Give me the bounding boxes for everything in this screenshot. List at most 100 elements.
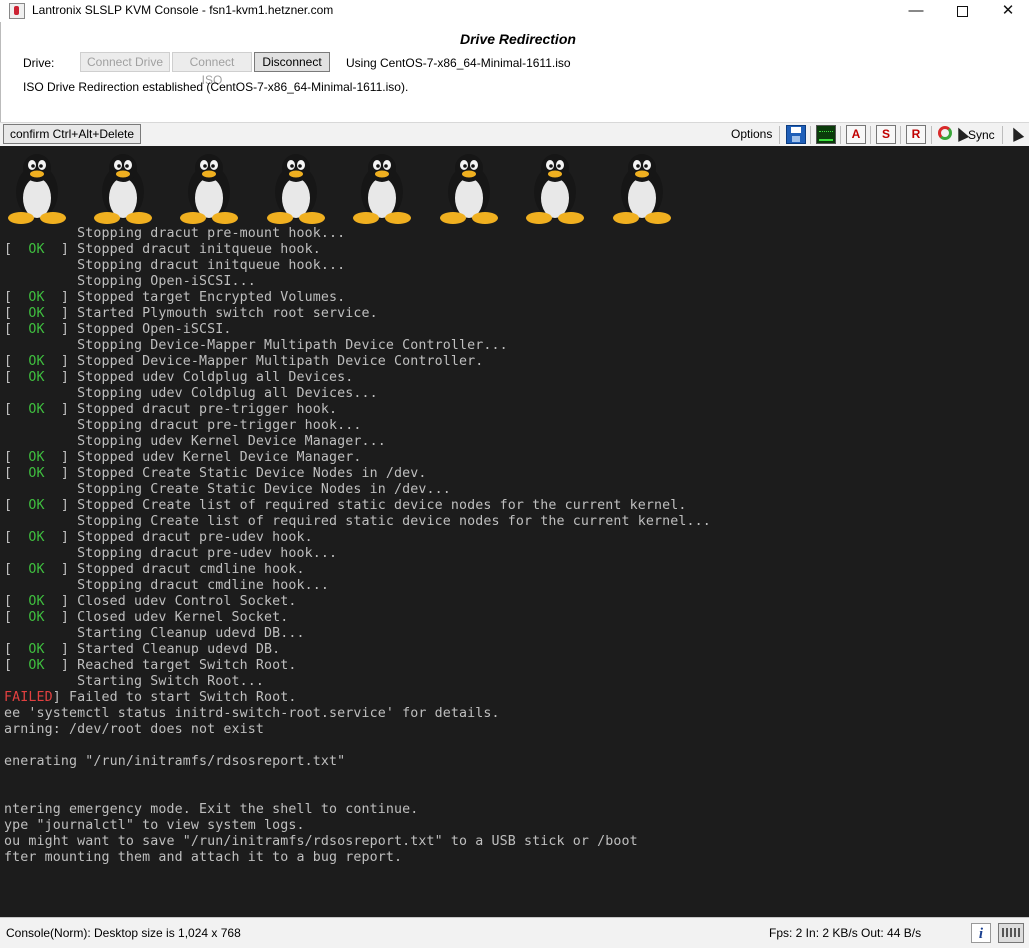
- console-line-text: arning: /dev/root does not exist: [4, 722, 265, 737]
- console-mode-status: Console(Norm): Desktop size is 1,024 x 7…: [6, 926, 241, 940]
- console-line-bracket: [: [4, 450, 29, 465]
- console-line-text: enerating "/run/initramfs/rdsosreport.tx…: [4, 754, 346, 769]
- console-line-bracket: [: [4, 370, 29, 385]
- console-line-text: Stopping Create Static Device Nodes in /…: [4, 482, 451, 497]
- info-icon[interactable]: i: [971, 923, 991, 943]
- ctrl-alt-delete-button[interactable]: confirm Ctrl+Alt+Delete: [3, 124, 141, 144]
- mouse-mode-icon[interactable]: [1007, 125, 1025, 142]
- console-line-bracket: [: [4, 322, 29, 337]
- console-line: Stopping Device-Mapper Multipath Device …: [4, 338, 508, 354]
- disconnect-button[interactable]: Disconnect: [254, 52, 330, 72]
- console-line: Stopping dracut pre-mount hook...: [4, 226, 345, 242]
- performance-icon[interactable]: [816, 125, 836, 144]
- console-line: ee 'systemctl status initrd-switch-root.…: [4, 706, 500, 722]
- tux-logo: [8, 154, 66, 224]
- console-line-text: ] Stopped Create Static Device Nodes in …: [44, 466, 427, 481]
- console-line: Stopping Create list of required static …: [4, 514, 711, 530]
- cursor-icon: [952, 125, 970, 142]
- console-line-bracket: [: [4, 610, 29, 625]
- console-line-text: Stopping dracut initqueue hook...: [4, 258, 346, 273]
- ok-status: OK: [28, 322, 45, 337]
- options-menu[interactable]: Options: [731, 127, 772, 141]
- console-line-bracket: [: [4, 306, 29, 321]
- macro-a-icon[interactable]: A: [846, 125, 866, 144]
- toolbar-separator: [931, 126, 932, 144]
- console-line-text: ntering emergency mode. Exit the shell t…: [4, 802, 419, 817]
- console-line: [ OK ] Stopped Open-iSCSI.: [4, 322, 232, 338]
- ok-status: OK: [28, 642, 45, 657]
- console-line-text: ou might want to save "/run/initramfs/rd…: [4, 834, 638, 849]
- console-line: Stopping Create Static Device Nodes in /…: [4, 482, 451, 498]
- console-line-text: ] Started Plymouth switch root service.: [44, 306, 378, 321]
- console-line: Stopping dracut pre-trigger hook...: [4, 418, 362, 434]
- console-line-text: ] Stopped udev Coldplug all Devices.: [44, 370, 354, 385]
- maximize-button[interactable]: [939, 0, 985, 22]
- ok-status: OK: [28, 562, 45, 577]
- console-line-text: ] Reached target Switch Root.: [44, 658, 297, 673]
- ok-status: OK: [28, 594, 45, 609]
- toolbar-separator: [900, 126, 901, 144]
- ok-status: OK: [28, 354, 45, 369]
- console-line-text: ] Stopped dracut initqueue hook.: [44, 242, 321, 257]
- toolbar-separator: [840, 126, 841, 144]
- console-line: [ OK ] Stopped target Encrypted Volumes.: [4, 290, 345, 306]
- connect-iso-button[interactable]: Connect ISO: [172, 52, 252, 87]
- console-line: FAILED] Failed to start Switch Root.: [4, 690, 297, 706]
- ok-status: OK: [28, 498, 45, 513]
- console-line-text: ] Closed udev Kernel Socket.: [44, 610, 289, 625]
- console-line: [ OK ] Stopped udev Coldplug all Devices…: [4, 370, 353, 386]
- console-line: Stopping udev Coldplug all Devices...: [4, 386, 378, 402]
- console-line: [ OK ] Stopped Device-Mapper Multipath D…: [4, 354, 483, 370]
- console-line: Stopping udev Kernel Device Manager...: [4, 434, 386, 450]
- console-line-text: Stopping udev Kernel Device Manager...: [4, 434, 386, 449]
- console-line-text: Stopping Device-Mapper Multipath Device …: [4, 338, 508, 353]
- toolbar-separator: [779, 126, 780, 144]
- console-line: [ OK ] Stopped dracut pre-trigger hook.: [4, 402, 337, 418]
- console-line-text: ] Stopped dracut pre-trigger hook.: [44, 402, 338, 417]
- ok-status: OK: [28, 466, 45, 481]
- ok-status: OK: [28, 402, 45, 417]
- console-line: Stopping dracut pre-udev hook...: [4, 546, 337, 562]
- console-line-bracket: [: [4, 530, 29, 545]
- console-line-text: Stopping dracut cmdline hook...: [4, 578, 330, 593]
- console-line: [ OK ] Stopped dracut initqueue hook.: [4, 242, 321, 258]
- save-icon[interactable]: [786, 125, 806, 144]
- tux-logo: [440, 154, 498, 224]
- redirection-status-text: ISO Drive Redirection established (CentO…: [23, 80, 409, 94]
- iso-in-use-text: Using CentOS-7-x86_64-Minimal-1611.iso: [346, 56, 571, 70]
- macro-s-icon[interactable]: S: [876, 125, 896, 144]
- console-line-text: ] Stopped Device-Mapper Multipath Device…: [44, 354, 484, 369]
- console-line-text: ] Closed udev Control Socket.: [44, 594, 297, 609]
- console-line: [ OK ] Started Cleanup udevd DB.: [4, 642, 280, 658]
- sync-button[interactable]: Sync: [968, 128, 995, 142]
- console-line: Stopping Open-iSCSI...: [4, 274, 256, 290]
- toolbar-separator: [810, 126, 811, 144]
- macro-r-icon[interactable]: R: [906, 125, 926, 144]
- ok-status: OK: [28, 242, 45, 257]
- minimize-button[interactable]: —: [893, 0, 939, 22]
- drive-label: Drive:: [23, 56, 55, 70]
- console-line: enerating "/run/initramfs/rdsosreport.tx…: [4, 754, 345, 770]
- console-line: Starting Cleanup udevd DB...: [4, 626, 305, 642]
- console-line-bracket: [: [4, 498, 29, 513]
- keyboard-icon[interactable]: [998, 923, 1024, 943]
- ok-status: OK: [28, 290, 45, 305]
- console-line-text: ] Failed to start Switch Root.: [52, 690, 297, 705]
- console-line-text: Stopping Create list of required static …: [4, 514, 711, 529]
- close-button[interactable]: ✕: [985, 0, 1029, 22]
- status-bar: Console(Norm): Desktop size is 1,024 x 7…: [0, 917, 1029, 948]
- console-line-bracket: [: [4, 562, 29, 577]
- connect-drive-button[interactable]: Connect Drive: [80, 52, 170, 72]
- remote-console-screen[interactable]: Stopping dracut pre-mount hook...[ OK ] …: [0, 146, 1029, 917]
- toolbar-separator: [870, 126, 871, 144]
- tux-logo: [180, 154, 238, 224]
- sync-icon[interactable]: [938, 126, 952, 140]
- console-line-bracket: [: [4, 354, 29, 369]
- console-line-bracket: [: [4, 242, 29, 257]
- console-line: ype "journalctl" to view system logs.: [4, 818, 305, 834]
- console-line: Stopping dracut cmdline hook...: [4, 578, 329, 594]
- console-line-text: ] Started Cleanup udevd DB.: [44, 642, 281, 657]
- tux-logo: [353, 154, 411, 224]
- window-titlebar: Lantronix SLSLP KVM Console - fsn1-kvm1.…: [0, 0, 1029, 22]
- console-line: [ OK ] Stopped Create list of required s…: [4, 498, 687, 514]
